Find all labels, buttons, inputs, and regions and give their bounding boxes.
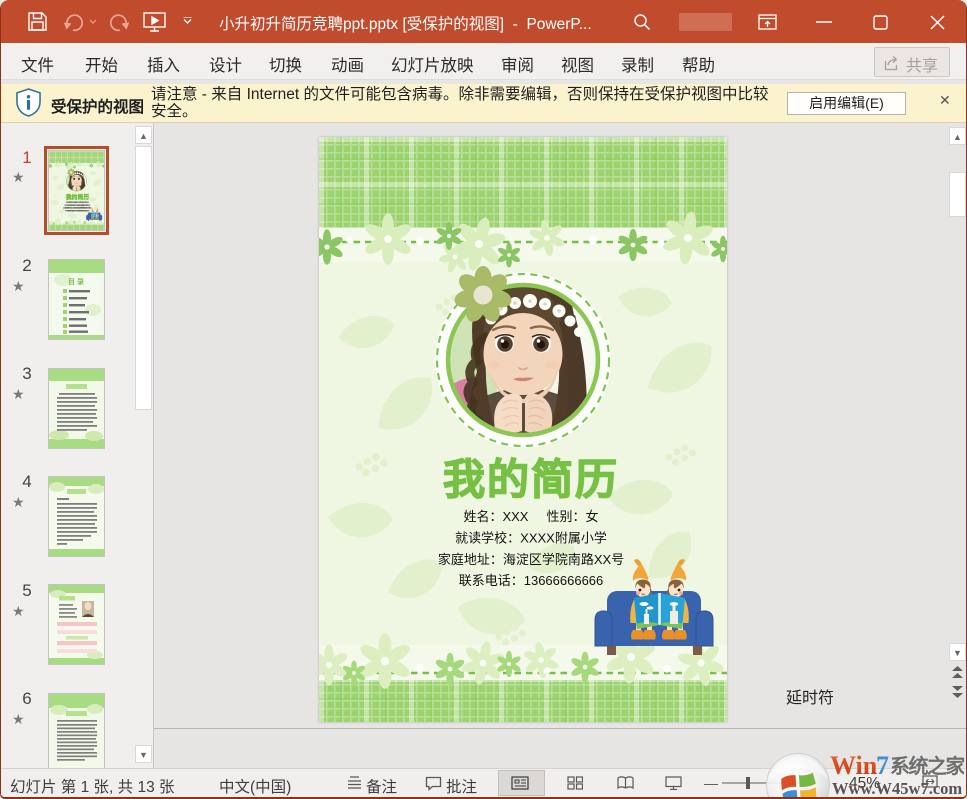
- svg-text:就读学校：XXXX附属小学: 就读学校：XXXX附属小学: [455, 531, 607, 546]
- svg-text:Www.W45w7.com: Www.W45w7.com: [832, 779, 962, 798]
- svg-text:姓名：XXX 性别：女: 姓名：XXX 性别：女: [463, 509, 598, 524]
- svg-text:目 录: 目 录: [68, 278, 84, 286]
- svg-text:我的简历: 我的简历: [443, 456, 619, 503]
- svg-text:Win: Win: [830, 751, 878, 780]
- svg-text:联系电话：13666666666: 联系电话：13666666666: [459, 573, 604, 588]
- svg-text:系统之家: 系统之家: [890, 754, 964, 778]
- svg-text:家庭地址：海淀区学院南路XX号: 家庭地址：海淀区学院南路XX号: [438, 552, 624, 567]
- svg-text:7: 7: [876, 751, 889, 780]
